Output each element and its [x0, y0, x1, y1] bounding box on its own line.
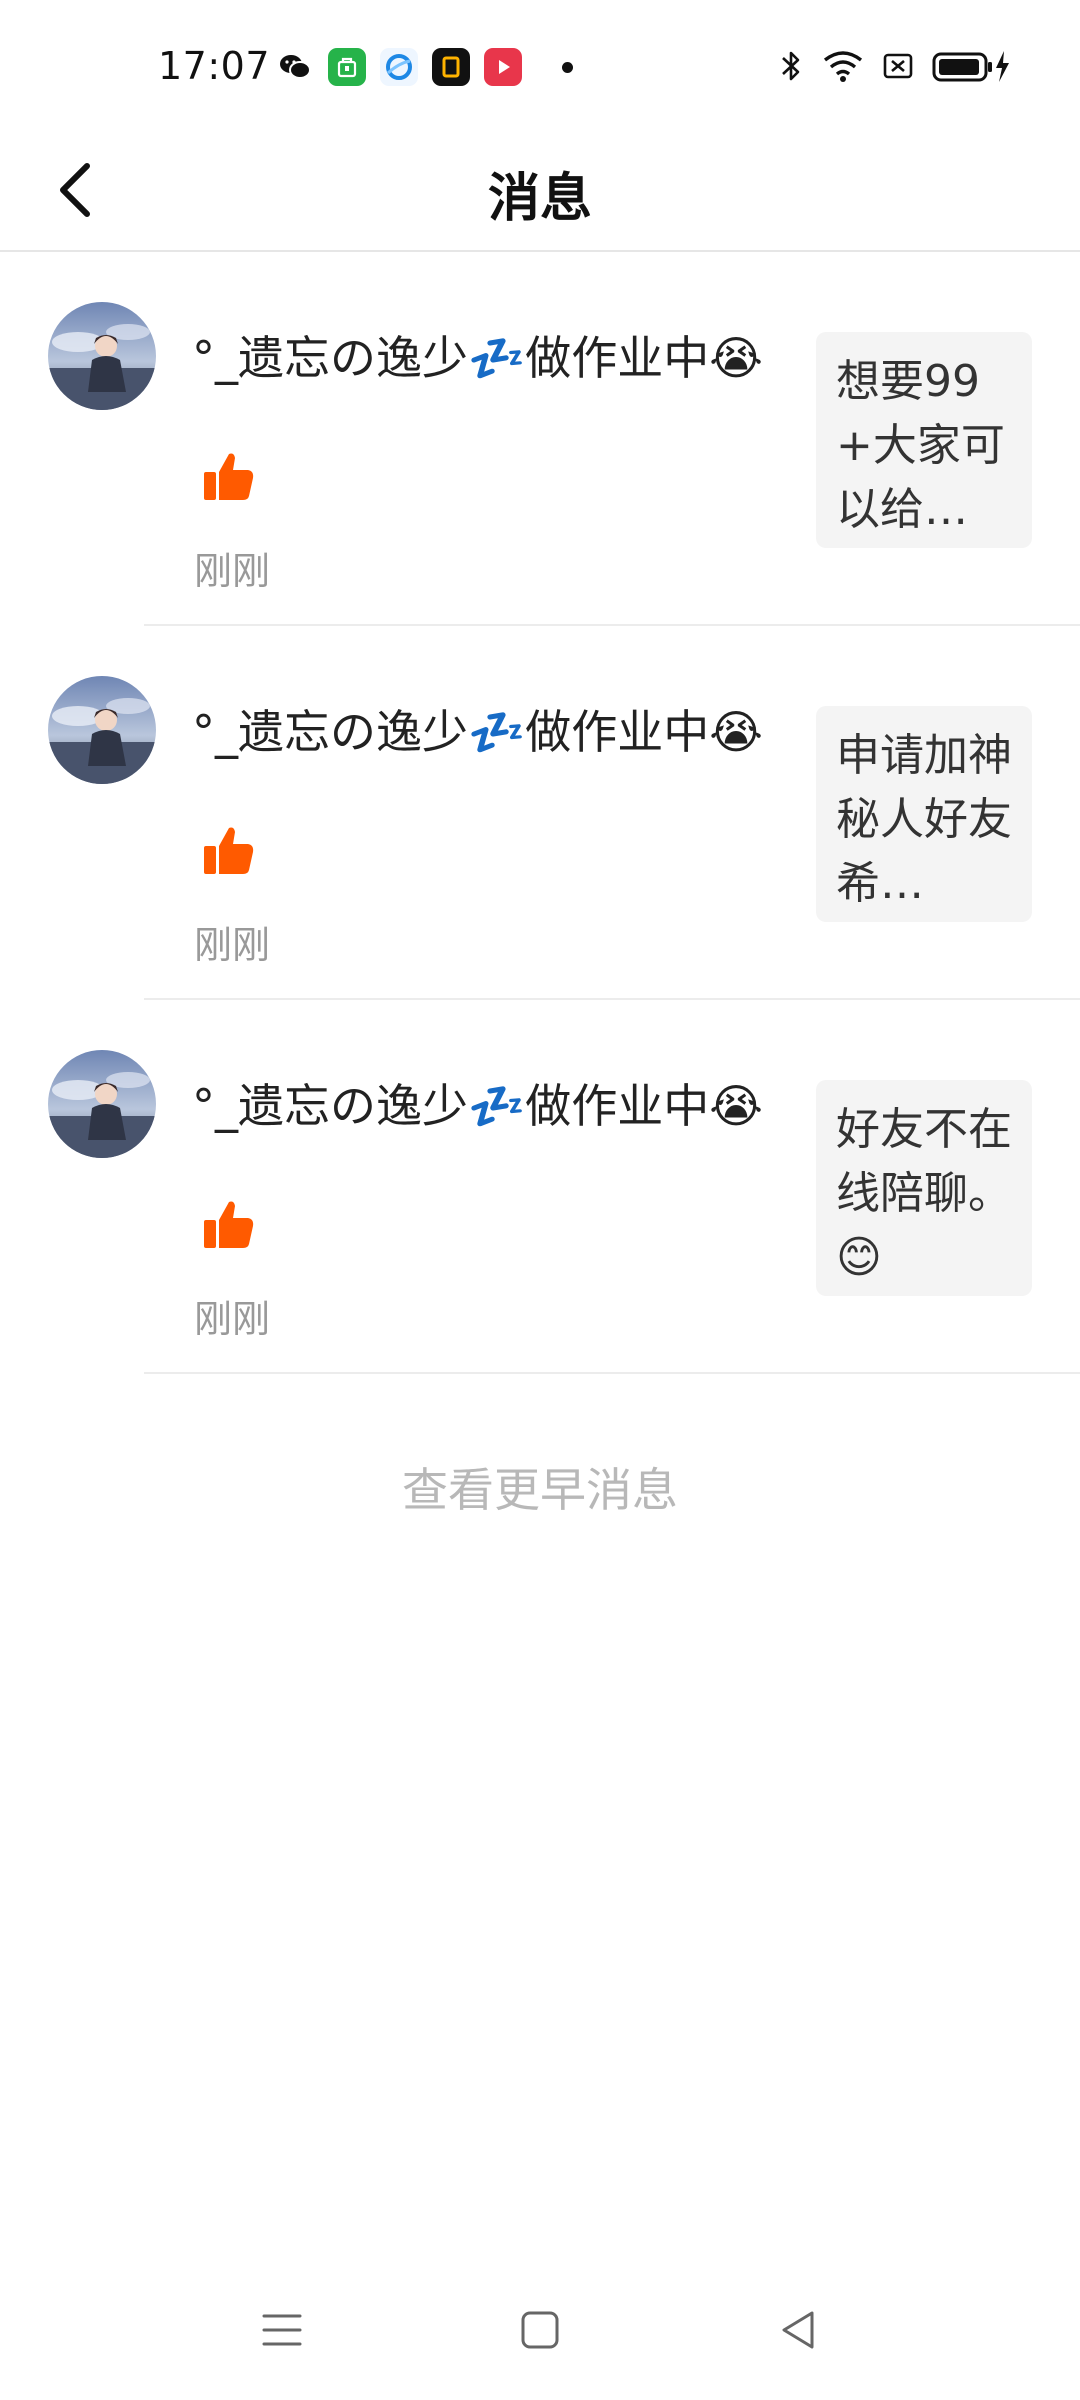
thumbs-up-icon — [200, 822, 258, 880]
bluetooth-icon — [778, 48, 804, 88]
post-preview-text: 想要99+大家可以给… — [836, 356, 1005, 535]
system-navigation-bar — [0, 2260, 1080, 2400]
message-item[interactable]: °_遗忘の逸少💤做作业中😭 刚刚 申请加神秘人好友希… — [0, 626, 1080, 1000]
avatar[interactable] — [48, 676, 156, 784]
message-item[interactable]: °_遗忘の逸少💤做作业中😭 刚刚 想要99+大家可以给… — [0, 252, 1080, 626]
status-bar: 17:07 — [0, 0, 1080, 130]
status-time: 17:07 — [158, 44, 271, 88]
avatar[interactable] — [48, 1050, 156, 1158]
taobao-icon — [328, 48, 366, 86]
sender-name: °_遗忘の逸少💤做作业中😭 — [192, 331, 764, 385]
recent-apps-button[interactable] — [242, 2290, 322, 2370]
divider — [144, 1372, 1080, 1374]
message-time: 刚刚 — [194, 549, 271, 593]
wifi-icon — [822, 48, 864, 88]
status-notification-icons — [276, 48, 573, 86]
battery-icon — [932, 48, 1012, 88]
page-title: 消息 — [487, 169, 592, 229]
wechat-icon — [276, 48, 314, 86]
avatar[interactable] — [48, 302, 156, 410]
thumbs-up-icon — [200, 448, 258, 506]
top-app-bar: 消息 — [0, 130, 1080, 252]
square-icon — [521, 2311, 559, 2349]
thumbs-up-icon — [200, 1196, 258, 1254]
more-notifications-dot — [562, 61, 573, 73]
sender-name: °_遗忘の逸少💤做作业中😭 — [192, 1079, 764, 1133]
post-preview[interactable]: 申请加神秘人好友希… — [816, 706, 1032, 922]
back-nav-button[interactable] — [758, 2290, 838, 2370]
post-preview[interactable]: 好友不在线陪聊。😊 — [816, 1080, 1032, 1296]
message-time: 刚刚 — [194, 1297, 271, 1341]
message-list: °_遗忘の逸少💤做作业中😭 刚刚 想要99+大家可以给… °_遗忘の逸少💤做作业… — [0, 252, 1080, 1374]
menu-icon — [262, 2314, 302, 2346]
home-button[interactable] — [500, 2290, 580, 2370]
post-preview[interactable]: 想要99+大家可以给… — [816, 332, 1032, 548]
message-item[interactable]: °_遗忘の逸少💤做作业中😭 刚刚 好友不在线陪聊。😊 — [0, 1000, 1080, 1374]
status-system-icons — [778, 48, 1012, 88]
post-preview-text: 申请加神秘人好友希… — [836, 730, 1012, 909]
qq-browser-icon — [380, 48, 418, 86]
message-time: 刚刚 — [194, 923, 271, 967]
no-sim-icon — [882, 50, 914, 86]
triangle-back-icon — [782, 2311, 814, 2349]
sender-name: °_遗忘の逸少💤做作业中😭 — [192, 705, 764, 759]
app-icon — [432, 48, 470, 86]
post-preview-text: 好友不在线陪聊。😊 — [836, 1104, 1012, 1283]
view-earlier-messages-link[interactable]: 查看更早消息 — [0, 1454, 1080, 1520]
video-icon — [484, 48, 522, 86]
